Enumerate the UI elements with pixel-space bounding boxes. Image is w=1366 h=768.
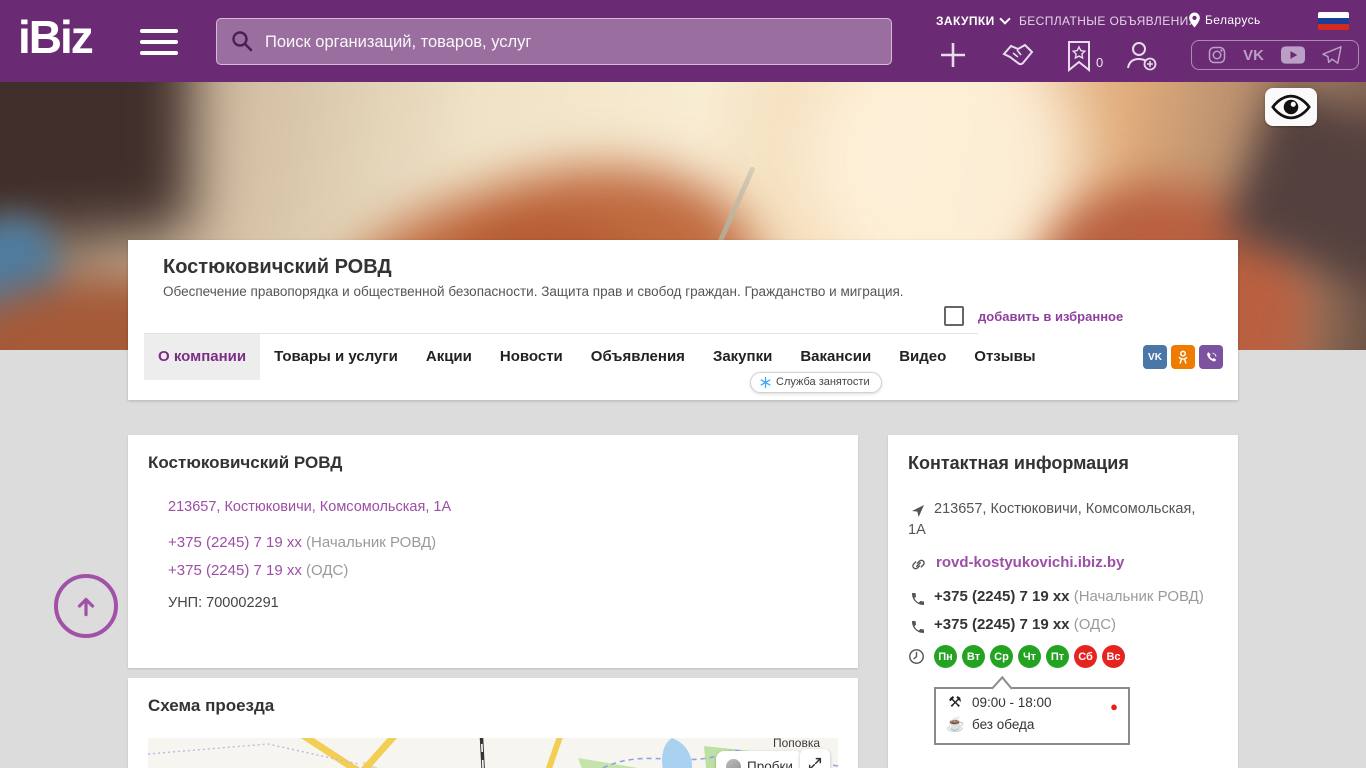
search-input[interactable] bbox=[263, 19, 877, 66]
expand-arrows-icon bbox=[807, 756, 823, 768]
contact-info-card: Контактная информация 213657, Костюкович… bbox=[888, 435, 1238, 768]
youtube-icon[interactable] bbox=[1281, 46, 1305, 64]
instagram-icon[interactable] bbox=[1208, 46, 1226, 64]
company-address-link[interactable]: 213657, Костюковичи, Комсомольская, 1А bbox=[168, 499, 451, 515]
tab-news[interactable]: Новости bbox=[486, 334, 577, 380]
location-pin-icon bbox=[1188, 12, 1201, 28]
phone-icon bbox=[910, 619, 926, 635]
day-badge[interactable]: Ср bbox=[990, 645, 1013, 668]
phone-row: +375 (2245) 7 19 xx (Начальник РОВД) bbox=[168, 534, 436, 551]
company-description: Обеспечение правопорядка и общественной … bbox=[163, 284, 904, 299]
vk-icon[interactable]: VK bbox=[1143, 345, 1167, 369]
add-to-favorites[interactable]: добавить в избранное bbox=[944, 306, 1123, 326]
handshake-partners-icon[interactable] bbox=[1000, 40, 1036, 70]
top-header: iBiz ЗАКУПКИ БЕСПЛАТНЫЕ ОБЪЯВЛЕНИЯ Белар… bbox=[0, 0, 1366, 82]
bookmark-star-icon[interactable] bbox=[1066, 40, 1092, 72]
about-title: Костюковичский РОВД bbox=[148, 453, 342, 473]
phone-row: +375 (2245) 7 19 xx (ОДС) bbox=[168, 562, 348, 579]
search-icon bbox=[230, 29, 254, 53]
phone-link[interactable]: +375 (2245) 7 19 xx bbox=[168, 562, 302, 579]
add-plus-icon[interactable] bbox=[938, 40, 968, 70]
phone-icon bbox=[910, 591, 926, 607]
company-social-links: VK bbox=[1143, 345, 1223, 369]
phone-link[interactable]: +375 (2245) 7 19 xx bbox=[168, 534, 302, 551]
map-title: Схема проезда bbox=[148, 696, 274, 716]
tab-ads[interactable]: Объявления bbox=[577, 334, 699, 380]
hero-blob bbox=[0, 82, 190, 232]
scroll-to-top-button[interactable] bbox=[54, 574, 118, 638]
company-unp: УНП: 700002291 bbox=[168, 595, 279, 611]
closed-status-dot: ● bbox=[1110, 700, 1118, 713]
directions-card: Схема проезда Поповка bbox=[128, 678, 858, 768]
tab-promotions[interactable]: Акции bbox=[412, 334, 486, 380]
working-hours: 09:00 - 18:00 bbox=[972, 695, 1052, 710]
vk-icon[interactable]: VK bbox=[1243, 48, 1264, 63]
clock-icon bbox=[908, 648, 925, 665]
traffic-light-icon bbox=[726, 759, 741, 768]
day-badge[interactable]: Вт bbox=[962, 645, 985, 668]
chevron-down-icon bbox=[999, 13, 1010, 24]
viber-icon[interactable] bbox=[1199, 345, 1223, 369]
day-badge[interactable]: Пт bbox=[1046, 645, 1069, 668]
ibiz-logo[interactable]: iBiz bbox=[18, 10, 92, 64]
user-register-icon[interactable] bbox=[1124, 40, 1158, 72]
telegram-icon[interactable] bbox=[1322, 46, 1342, 64]
search-bar bbox=[216, 18, 892, 65]
tools-icon: ⚒ bbox=[946, 693, 964, 711]
page: iBiz ЗАКУПКИ БЕСПЛАТНЫЕ ОБЪЯВЛЕНИЯ Белар… bbox=[0, 0, 1366, 768]
link-chain-icon bbox=[910, 556, 927, 573]
day-badge[interactable]: Сб bbox=[1074, 645, 1097, 668]
working-days: Пн Вт Ср Чт Пт Сб Вс bbox=[934, 645, 1130, 668]
map-canvas[interactable]: Поповка Пробки bbox=[148, 738, 838, 768]
tab-products[interactable]: Товары и услуги bbox=[260, 334, 412, 380]
nav-free-ads[interactable]: БЕСПЛАТНЫЕ ОБЪЯВЛЕНИЯ bbox=[1019, 14, 1198, 28]
region-selector[interactable]: Беларусь bbox=[1188, 12, 1261, 28]
hamburger-menu-icon[interactable] bbox=[140, 29, 178, 55]
language-flag-ru[interactable] bbox=[1318, 12, 1349, 30]
tab-reviews[interactable]: Отзывы bbox=[960, 334, 1049, 380]
coffee-cup-icon: ☕ bbox=[946, 715, 964, 733]
tab-video[interactable]: Видео bbox=[885, 334, 960, 380]
favorite-checkbox[interactable] bbox=[944, 306, 964, 326]
about-company-card: Костюковичский РОВД 213657, Костюковичи,… bbox=[128, 435, 858, 668]
header-social-links: VK bbox=[1191, 40, 1359, 70]
phone-row: +375 (2245) 7 19 xx (Начальник РОВД) bbox=[934, 588, 1204, 605]
day-badge[interactable]: Вс bbox=[1102, 645, 1125, 668]
favorite-label[interactable]: добавить в избранное bbox=[978, 309, 1123, 324]
map-fullscreen-button[interactable] bbox=[800, 749, 830, 768]
favorites-count: 0 bbox=[1096, 55, 1103, 70]
company-name: Костюковичский РОВД bbox=[163, 256, 392, 279]
employment-service-tooltip[interactable]: Служба занятости bbox=[750, 372, 882, 393]
company-header-card: Костюковичский РОВД Обеспечение правопор… bbox=[128, 240, 1238, 400]
contact-title: Контактная информация bbox=[908, 453, 1129, 474]
odnoklassniki-icon[interactable] bbox=[1171, 345, 1195, 369]
contact-address: 213657, Костюковичи, Комсомольская, 1А bbox=[908, 499, 1216, 541]
working-hours-tooltip: ⚒ 09:00 - 18:00 ☕ без обеда ● bbox=[934, 687, 1130, 745]
phone-row: +375 (2245) 7 19 xx (ОДС) bbox=[934, 616, 1116, 633]
day-badge[interactable]: Пн bbox=[934, 645, 957, 668]
nav-zakupki[interactable]: ЗАКУПКИ bbox=[936, 14, 1009, 28]
phone-note: (Начальник РОВД) bbox=[306, 534, 436, 551]
day-badge[interactable]: Чт bbox=[1018, 645, 1041, 668]
up-arrow-icon bbox=[73, 593, 99, 619]
eye-icon bbox=[1271, 93, 1311, 121]
traffic-button[interactable]: Пробки bbox=[716, 751, 803, 768]
lunch-note: без обеда bbox=[972, 717, 1034, 732]
tab-about[interactable]: О компании bbox=[144, 334, 260, 380]
company-tabs: О компании Товары и услуги Акции Новости… bbox=[144, 334, 1050, 380]
phone-note: (ОДС) bbox=[306, 562, 348, 579]
company-website-link[interactable]: rovd-kostyukovichi.ibiz.by bbox=[936, 554, 1124, 571]
accessibility-eye-button[interactable] bbox=[1265, 88, 1317, 126]
asterisk-icon bbox=[760, 377, 771, 388]
